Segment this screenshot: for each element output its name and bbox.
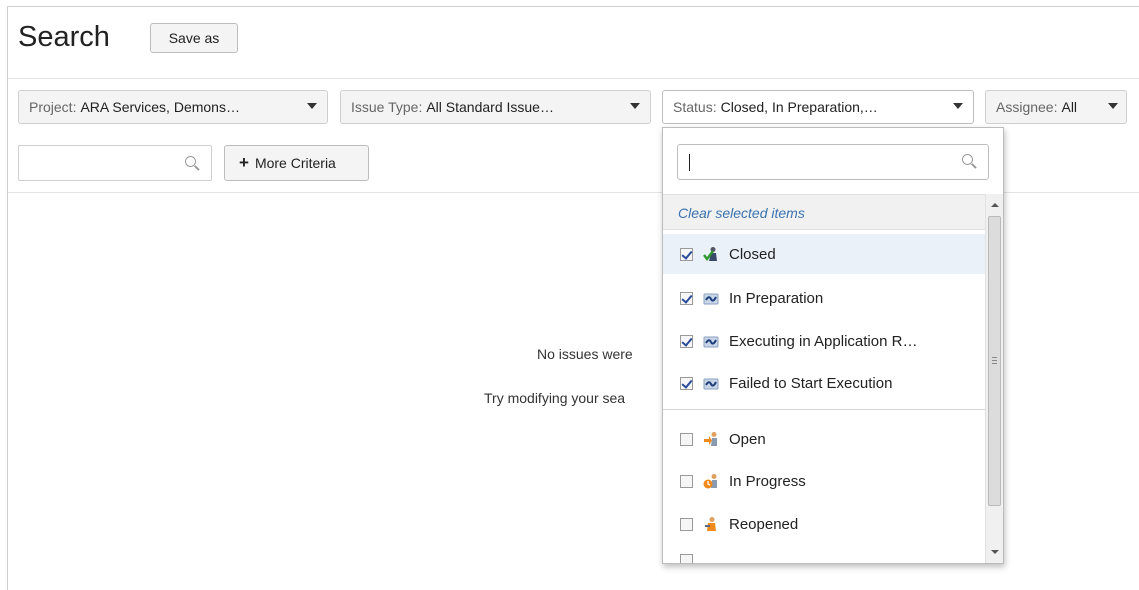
- checkbox[interactable]: [680, 432, 693, 446]
- scroll-down-arrow-icon[interactable]: [991, 550, 999, 554]
- checkbox[interactable]: [680, 474, 693, 488]
- assignee-criteria-button[interactable]: Assignee: All: [985, 90, 1127, 124]
- dropdown-caret-icon: [630, 103, 640, 109]
- more-criteria-button[interactable]: + More Criteria: [224, 145, 369, 181]
- save-as-button[interactable]: Save as: [150, 23, 238, 53]
- plus-icon: +: [239, 153, 249, 172]
- status-option-failed-to-start[interactable]: Failed to Start Execution: [663, 363, 985, 403]
- search-icon: [962, 154, 973, 165]
- status-option-in-progress[interactable]: In Progress: [663, 461, 985, 501]
- status-option-closed[interactable]: Closed: [663, 234, 985, 274]
- status-dropdown: Clear selected items Closed In Preparati…: [662, 127, 1004, 564]
- reopened-status-icon: [703, 516, 719, 532]
- no-results-hint: Try modifying your sea: [484, 390, 626, 406]
- text-cursor: [689, 154, 690, 171]
- in-progress-status-icon: [703, 473, 719, 489]
- checkbox[interactable]: [680, 334, 693, 348]
- grip-icon: [992, 357, 997, 358]
- status-criteria-button[interactable]: Status: Closed, In Preparation,…: [662, 90, 974, 124]
- status-option-in-preparation[interactable]: In Preparation: [663, 278, 985, 318]
- checkbox[interactable]: [680, 247, 693, 261]
- checkbox[interactable]: [680, 376, 693, 390]
- status-option-label: In Progress: [729, 472, 806, 490]
- project-criteria-key: Project:: [29, 99, 77, 115]
- dropdown-caret-icon: [953, 103, 963, 109]
- status-option-label: Reopened: [729, 515, 799, 533]
- status-option-label: Executing in Application R…: [729, 332, 918, 350]
- assignee-criteria-key: Assignee:: [996, 99, 1058, 115]
- clear-selected-items-link[interactable]: Clear selected items: [663, 194, 985, 230]
- status-option-open[interactable]: Open: [663, 419, 985, 459]
- text-search-input[interactable]: [18, 145, 212, 181]
- workflow-status-icon: [703, 333, 719, 349]
- project-criteria-button[interactable]: Project: ARA Services, Demons…: [18, 90, 328, 124]
- page-title: Search: [18, 21, 110, 53]
- status-criteria-value: Closed, In Preparation,…: [720, 99, 878, 115]
- search-icon: [185, 156, 196, 167]
- dropdown-scrollbar[interactable]: [985, 194, 1003, 563]
- scrollbar-thumb[interactable]: [988, 216, 1001, 506]
- status-option-label: Failed to Start Execution: [729, 374, 893, 392]
- checkbox[interactable]: [680, 291, 693, 305]
- dropdown-caret-icon: [307, 103, 317, 109]
- dropdown-caret-icon: [1108, 103, 1118, 109]
- checkbox[interactable]: [680, 554, 693, 563]
- scroll-up-arrow-icon[interactable]: [991, 203, 999, 207]
- status-option-label: Closed: [729, 245, 776, 263]
- status-criteria-key: Status:: [673, 99, 717, 115]
- issue-type-criteria-key: Issue Type:: [351, 99, 423, 115]
- closed-status-icon: [703, 246, 719, 262]
- header-divider: [8, 78, 1139, 79]
- status-option-label: In Preparation: [729, 289, 824, 307]
- status-option-partial[interactable]: [663, 546, 985, 563]
- status-option-executing[interactable]: Executing in Application R…: [663, 321, 985, 361]
- project-criteria-value: ARA Services, Demons…: [80, 99, 240, 115]
- open-status-icon: [703, 431, 719, 447]
- workflow-status-icon: [703, 375, 719, 391]
- status-option-reopened[interactable]: Reopened: [663, 504, 985, 544]
- option-group-divider: [663, 409, 985, 410]
- no-results-message: No issues were: [537, 346, 633, 362]
- status-filter-input[interactable]: [677, 144, 989, 180]
- more-criteria-label: More Criteria: [254, 155, 336, 171]
- issue-type-criteria-button[interactable]: Issue Type: All Standard Issue…: [340, 90, 651, 124]
- status-option-label: Open: [729, 430, 766, 448]
- checkbox[interactable]: [680, 517, 693, 531]
- assignee-criteria-value: All: [1061, 99, 1078, 115]
- workflow-status-icon: [703, 290, 719, 306]
- issue-type-criteria-value: All Standard Issue…: [426, 99, 554, 115]
